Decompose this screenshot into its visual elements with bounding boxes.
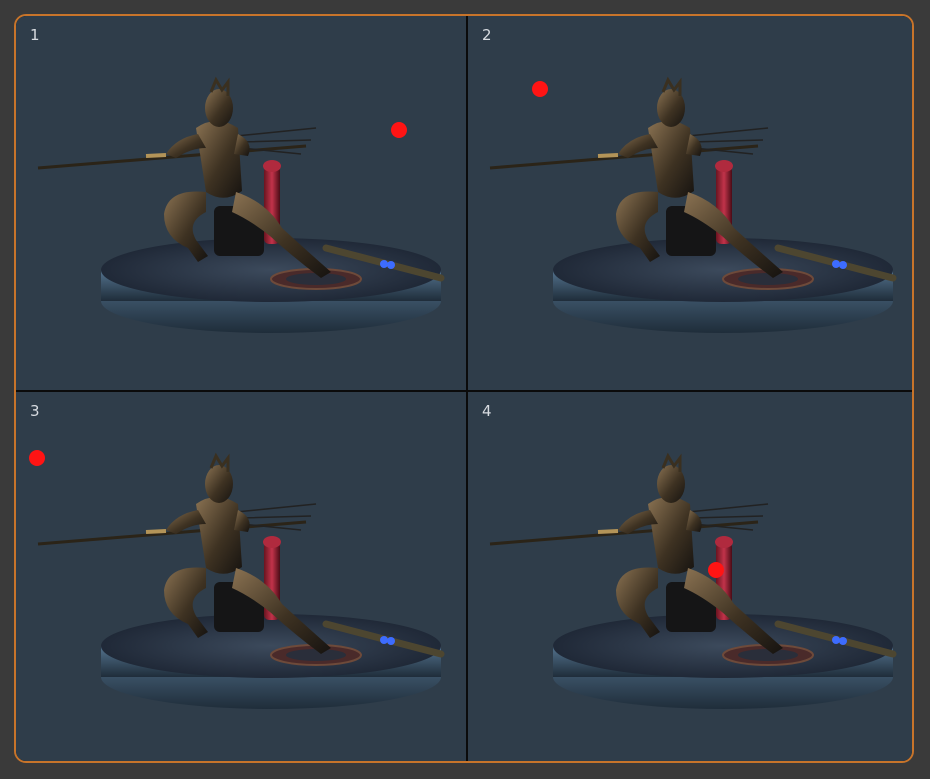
viewport-label: 2 <box>482 26 492 44</box>
viewport-4[interactable]: 4 <box>468 392 914 763</box>
viewport-2[interactable]: 2 <box>468 16 914 390</box>
sculpture-render <box>468 16 914 390</box>
viewport-label: 4 <box>482 402 492 420</box>
viewport-label: 3 <box>30 402 40 420</box>
four-view-panel: 1 2 3 4 <box>14 14 914 763</box>
sculpture-render <box>16 392 466 763</box>
light-position-marker-icon[interactable] <box>532 81 548 97</box>
light-position-marker-icon[interactable] <box>708 562 724 578</box>
viewport-3[interactable]: 3 <box>16 392 466 763</box>
viewport-1[interactable]: 1 <box>16 16 466 390</box>
sculpture-render <box>16 16 466 390</box>
viewport-label: 1 <box>30 26 40 44</box>
light-position-marker-icon[interactable] <box>391 122 407 138</box>
sculpture-render <box>468 392 914 763</box>
light-position-marker-icon[interactable] <box>29 450 45 466</box>
